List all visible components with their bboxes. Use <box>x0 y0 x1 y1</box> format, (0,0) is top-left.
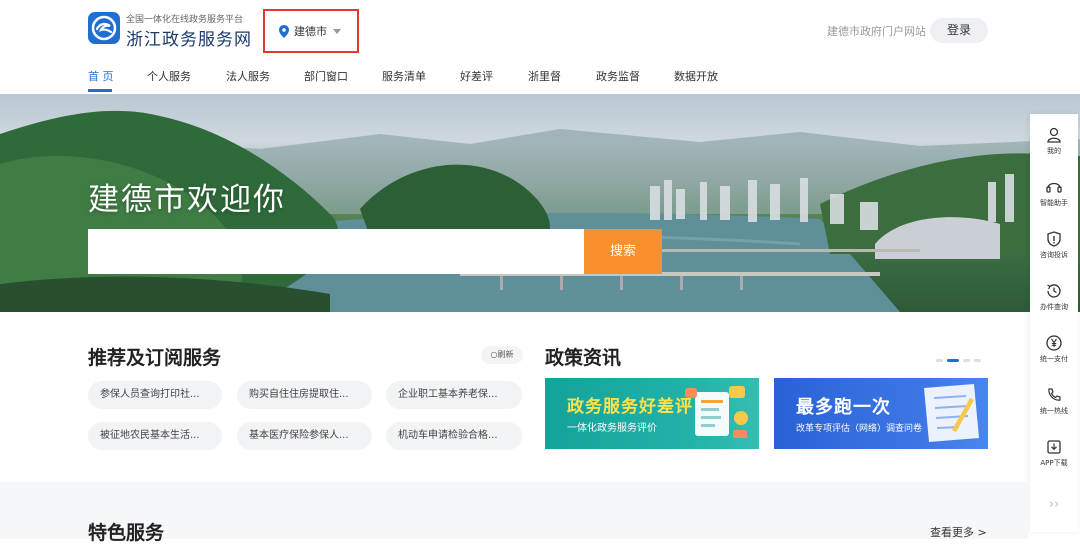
carousel-dot-active[interactable] <box>947 359 959 362</box>
nav-department-window[interactable]: 部门窗口 <box>304 68 348 84</box>
recommend-title: 推荐及订阅服务 <box>88 347 222 369</box>
service-item[interactable]: 机动车申请检验合格... <box>386 422 522 450</box>
service-item[interactable]: 基本医疗保险参保人... <box>237 422 372 450</box>
city-name: 建德市 <box>294 25 327 38</box>
nav-gov-supervision[interactable]: 政务监督 <box>596 68 640 84</box>
refresh-label: 刷新 <box>497 350 514 359</box>
phone-icon <box>1048 388 1061 401</box>
toolbar-unified-hotline[interactable]: 统一热线 <box>1030 378 1078 428</box>
toolbar-expand-icon[interactable]: ›› <box>1030 490 1078 520</box>
nav-corporate-services[interactable]: 法人服务 <box>226 68 270 84</box>
toolbar-label: 我的 <box>1047 147 1061 155</box>
location-pin-icon <box>279 24 289 38</box>
news-title: 政策资讯 <box>545 347 622 369</box>
history-clock-icon <box>1047 284 1061 298</box>
nav-zheli-supervision[interactable]: 浙里督 <box>528 68 561 84</box>
search-button[interactable]: 搜索 <box>584 229 662 274</box>
toolbar-case-query[interactable]: 办件查询 <box>1030 274 1078 324</box>
see-more-link[interactable]: 查看更多 > <box>930 524 987 540</box>
service-item[interactable]: 购买自住住房提取住... <box>237 381 372 409</box>
toolbar-my[interactable]: 我的 <box>1030 118 1078 168</box>
news-card-title: 政务服务好差评 <box>567 397 693 417</box>
right-toolbar: 我的 智能助手 咨询投诉 办件查询 统一支付 统一热线 APP下载 ›› <box>1030 114 1078 532</box>
hero-banner: 建德市欢迎你 搜索 <box>0 94 1080 312</box>
download-icon <box>1047 440 1061 454</box>
chevron-down-icon <box>333 28 341 34</box>
toolbar-consult-complaint[interactable]: 咨询投诉 <box>1030 222 1078 272</box>
main-nav: 首 页 个人服务 法人服务 部门窗口 服务清单 好差评 浙里督 政务监督 数据开… <box>0 60 1080 94</box>
toolbar-label: 智能助手 <box>1040 199 1068 207</box>
news-card-title: 最多跑一次 <box>796 397 891 418</box>
service-item[interactable]: 参保人员查询打印社... <box>88 381 222 409</box>
carousel-dot[interactable] <box>974 359 981 362</box>
service-item[interactable]: 被征地农民基本生活... <box>88 422 222 450</box>
news-card-subtitle: 改革专项评估（网络）调查问卷 <box>796 424 923 434</box>
toolbar-app-download[interactable]: APP下载 <box>1030 430 1078 480</box>
carousel-dot[interactable] <box>963 359 970 362</box>
toolbar-unified-payment[interactable]: 统一支付 <box>1030 326 1078 376</box>
city-selector-highlight: 建德市 <box>263 9 359 53</box>
login-button[interactable]: 登录 <box>930 18 988 43</box>
alert-shield-icon <box>1047 231 1061 247</box>
nav-open-data[interactable]: 数据开放 <box>674 68 718 84</box>
search-input[interactable] <box>88 229 584 274</box>
nav-good-bad-review[interactable]: 好差评 <box>460 68 493 84</box>
yuan-payment-icon <box>1046 335 1062 351</box>
city-selector[interactable]: 建德市 <box>279 23 341 39</box>
site-header: 全国一体化在线政务服务平台 浙江政务服务网 建德市 建德市政府门户网站 登录 <box>0 0 1080 60</box>
toolbar-label: 办件查询 <box>1040 303 1068 311</box>
zhejiang-gov-logo-icon[interactable] <box>88 12 120 44</box>
carousel-dot[interactable] <box>936 359 943 362</box>
nav-personal-services[interactable]: 个人服务 <box>147 68 191 84</box>
site-title[interactable]: 浙江政务服务网 <box>126 25 252 50</box>
toolbar-label: 咨询投诉 <box>1040 251 1068 259</box>
user-icon <box>1047 127 1061 143</box>
news-card-subtitle: 一体化政务服务评价 <box>567 423 657 434</box>
headset-icon <box>1046 182 1062 193</box>
platform-subtitle: 全国一体化在线政务服务平台 <box>126 15 244 25</box>
toolbar-label: APP下载 <box>1040 459 1068 467</box>
news-card-run-once[interactable]: 最多跑一次 改革专项评估（网络）调查问卷 <box>774 378 988 449</box>
refresh-button[interactable]: ○刷新 <box>481 346 523 364</box>
toolbar-label: 统一支付 <box>1040 355 1068 363</box>
carousel-dots <box>936 359 985 362</box>
nav-service-list[interactable]: 服务清单 <box>382 68 426 84</box>
nav-home[interactable]: 首 页 <box>88 68 114 84</box>
gov-portal-link[interactable]: 建德市政府门户网站 <box>827 23 926 39</box>
welcome-heading: 建德市欢迎你 <box>88 182 286 218</box>
toolbar-label: 统一热线 <box>1040 407 1068 415</box>
toolbar-smart-assistant[interactable]: 智能助手 <box>1030 170 1078 220</box>
news-card-good-bad-review[interactable]: 政务服务好差评 一体化政务服务评价 <box>545 378 759 449</box>
featured-title: 特色服务 <box>88 522 165 544</box>
service-item[interactable]: 企业职工基本养老保... <box>386 381 522 409</box>
nav-active-indicator <box>88 89 112 92</box>
